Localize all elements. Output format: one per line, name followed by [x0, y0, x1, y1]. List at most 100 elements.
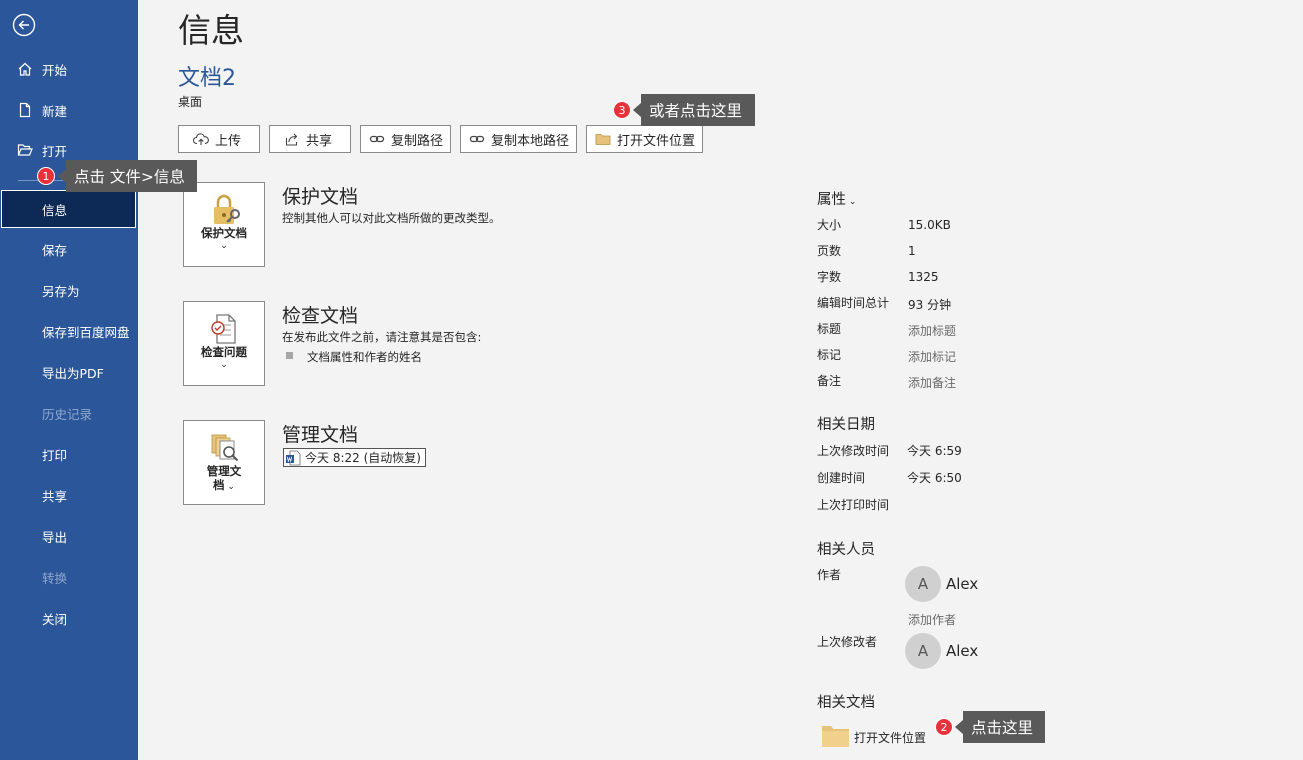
sidebar-item-label: 打印 — [42, 447, 68, 463]
sidebar-item-label: 转换 — [42, 570, 68, 586]
related-docs-header: 相关文档 — [817, 695, 875, 711]
chevron-down-icon: ⌄ — [846, 197, 857, 207]
prop-tags-input[interactable]: 添加标记 — [908, 348, 956, 365]
share-icon — [285, 133, 298, 146]
lock-key-icon — [214, 194, 240, 224]
sidebar-item-export-pdf[interactable]: 导出为PDF — [0, 357, 138, 387]
sidebar-item-home[interactable]: 开始 — [0, 54, 138, 84]
sidebar-item-new[interactable]: 新建 — [0, 95, 138, 125]
prop-tags-label: 标记 — [817, 348, 842, 362]
autosave-label: 今天 8:22 (自动恢复) — [305, 451, 421, 465]
callout-badge: 3 — [613, 101, 631, 119]
manage-document-button[interactable]: 管理文档 ⌄ — [183, 420, 265, 505]
autosave-version-item[interactable]: 今天 8:22 (自动恢复) — [283, 448, 426, 467]
sidebar-item-convert: 转换 — [0, 562, 138, 592]
sidebar-item-save-to-baidu[interactable]: 保存到百度网盘 — [0, 316, 138, 346]
copy-local-path-button[interactable]: 复制本地路径 — [460, 125, 577, 153]
inspect-checklist-icon — [211, 314, 236, 344]
callout-badge: 1 — [37, 167, 55, 185]
protect-document-label: 保护文档 — [201, 226, 247, 240]
manage-versions-icon — [211, 434, 239, 462]
date-modified-value: 今天 6:59 — [907, 444, 962, 458]
sidebar-item-label: 打开 — [42, 143, 68, 159]
inspect-document-desc: 在发布此文件之前，请注意其是否包含: — [282, 330, 482, 344]
inspect-document-label: 检查问题 — [201, 345, 247, 359]
open-file-location-link[interactable]: 打开文件位置 — [854, 729, 926, 746]
copy-local-path-label: 复制本地路径 — [491, 133, 570, 149]
sidebar-item-label: 历史记录 — [42, 406, 93, 422]
home-icon — [18, 62, 32, 76]
callout-tooltip: 点击 文件>信息 — [58, 160, 197, 192]
prop-size-value: 15.0KB — [908, 218, 951, 232]
sidebar-item-print[interactable]: 打印 — [0, 439, 138, 469]
copy-path-label: 复制路径 — [391, 133, 444, 149]
bullet-marker — [286, 352, 293, 359]
share-button[interactable]: 共享 — [269, 125, 351, 153]
modifier-avatar[interactable]: A — [905, 633, 941, 669]
sidebar-item-info[interactable]: 信息 — [1, 190, 136, 228]
backstage-sidebar: 开始 新建 打开 信息 保存 另存为 保存到百度网盘 导出为PDF 历史记录 打… — [0, 0, 138, 760]
inspect-item: 文档属性和作者的姓名 — [307, 350, 422, 364]
date-created-value: 今天 6:50 — [907, 471, 962, 485]
sidebar-item-label: 导出为PDF — [42, 365, 104, 381]
prop-title-label: 标题 — [817, 322, 842, 336]
document-name: 文档2 — [178, 66, 236, 91]
prop-words-value: 1325 — [908, 270, 939, 284]
author-avatar[interactable]: A — [905, 566, 941, 602]
protect-document-title: 保护文档 — [282, 186, 359, 208]
related-dates-header: 相关日期 — [817, 417, 875, 433]
sidebar-item-export[interactable]: 导出 — [0, 521, 138, 551]
author-name[interactable]: Alex — [946, 575, 978, 593]
manage-document-label: 管理文档 ⌄ — [206, 464, 242, 492]
sidebar-item-close[interactable]: 关闭 — [0, 603, 138, 633]
sidebar-item-label: 另存为 — [42, 283, 80, 299]
open-file-location-button[interactable]: 打开文件位置 — [586, 125, 703, 153]
prop-comments-input[interactable]: 添加备注 — [908, 374, 956, 391]
sidebar-item-label: 开始 — [42, 62, 68, 78]
prop-words-label: 字数 — [817, 270, 842, 284]
related-people-header: 相关人员 — [817, 542, 875, 558]
sidebar-item-save[interactable]: 保存 — [0, 234, 138, 264]
callout-tooltip: 点击这里 — [955, 711, 1045, 743]
open-file-location-label: 打开文件位置 — [617, 133, 696, 149]
sidebar-item-share[interactable]: 共享 — [0, 480, 138, 510]
properties-header[interactable]: 属性 ⌄ — [817, 188, 856, 209]
sidebar-item-label: 信息 — [42, 202, 68, 218]
new-document-icon — [19, 102, 31, 118]
chevron-down-icon: ⌄ — [220, 360, 228, 370]
upload-label: 上传 — [215, 133, 242, 149]
inspect-document-button[interactable]: 检查问题 ⌄ — [183, 301, 265, 386]
add-author-link[interactable]: 添加作者 — [908, 611, 956, 628]
callout-badge: 2 — [935, 718, 953, 736]
link-icon — [369, 135, 385, 143]
protect-document-desc: 控制其他人可以对此文档所做的更改类型。 — [282, 211, 501, 225]
folder-icon[interactable] — [822, 723, 849, 747]
prop-title-input[interactable]: 添加标题 — [908, 322, 956, 339]
page-title: 信息 — [178, 11, 244, 50]
prop-edit-time-label: 编辑时间总计 — [817, 296, 890, 310]
share-label: 共享 — [306, 133, 333, 149]
prop-pages-value: 1 — [908, 244, 916, 258]
back-arrow-icon[interactable] — [12, 13, 36, 37]
sidebar-item-label: 导出 — [42, 529, 68, 545]
modifier-name[interactable]: Alex — [946, 642, 978, 660]
author-label: 作者 — [817, 568, 842, 582]
copy-path-button[interactable]: 复制路径 — [360, 125, 451, 153]
last-modified-by-label: 上次修改者 — [817, 635, 878, 649]
prop-pages-label: 页数 — [817, 244, 842, 258]
inspect-document-title: 检查文档 — [282, 305, 359, 327]
sidebar-item-history: 历史记录 — [0, 398, 138, 428]
date-created-label: 创建时间 — [817, 471, 866, 485]
sidebar-item-save-as[interactable]: 另存为 — [0, 275, 138, 305]
open-folder-icon — [17, 144, 33, 156]
prop-edit-time-value: 93 分钟 — [908, 298, 952, 312]
sidebar-item-label: 保存到百度网盘 — [42, 324, 130, 340]
date-modified-label: 上次修改时间 — [817, 444, 890, 458]
prop-size-label: 大小 — [817, 218, 842, 232]
link-icon — [469, 135, 485, 143]
protect-document-button[interactable]: 保护文档 ⌄ — [183, 182, 265, 267]
upload-button[interactable]: 上传 — [178, 125, 260, 153]
folder-icon — [595, 134, 611, 145]
date-printed-label: 上次打印时间 — [817, 498, 890, 512]
cloud-upload-icon — [193, 133, 209, 145]
